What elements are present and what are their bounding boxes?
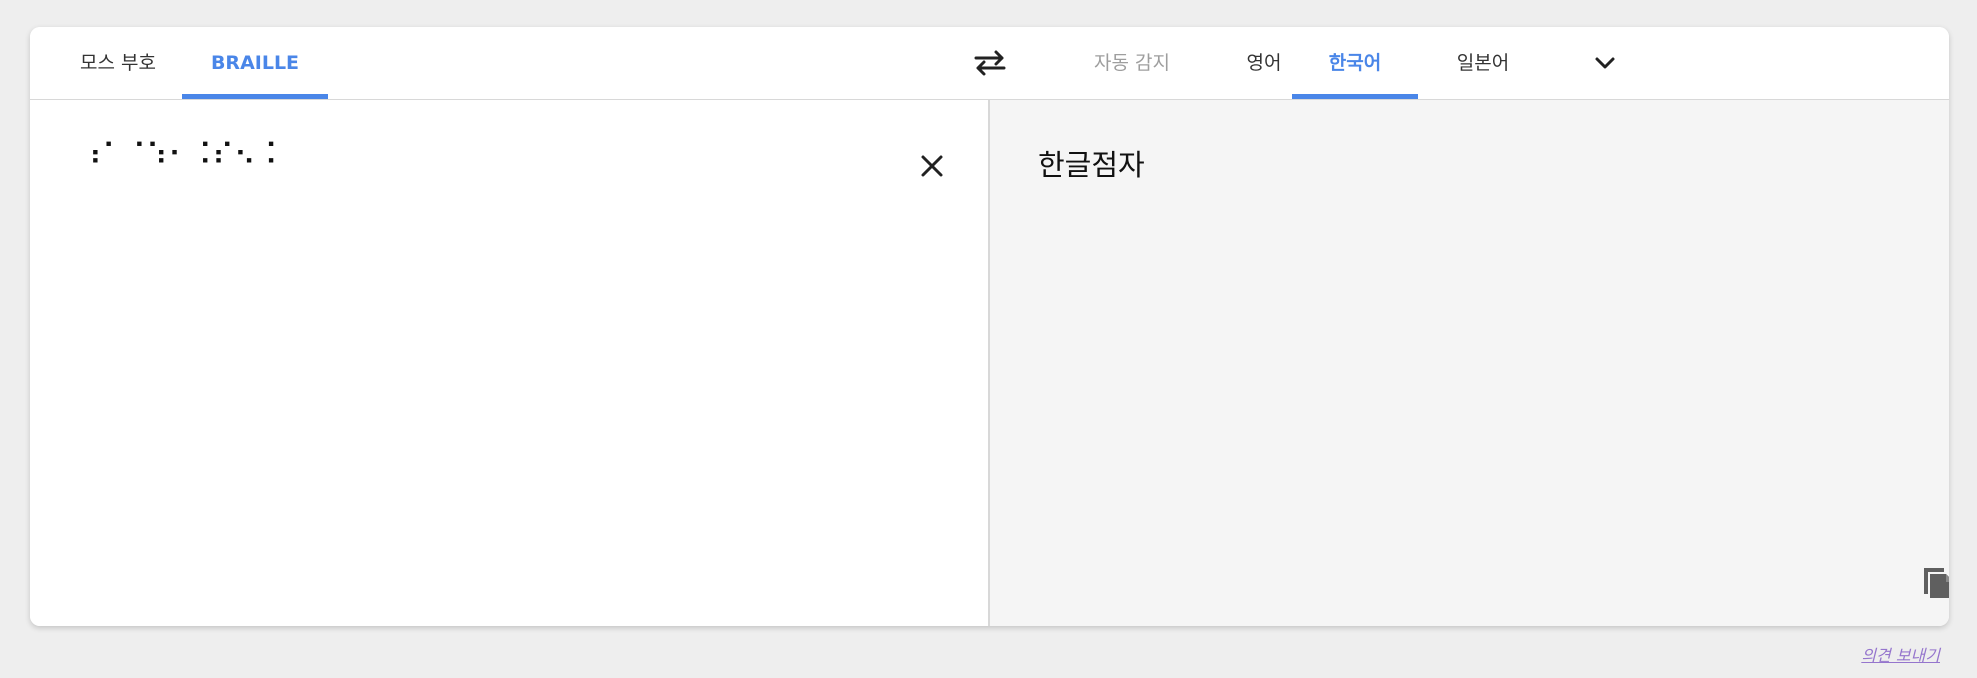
tab-morse-code[interactable]: 모스 부호 [58, 27, 178, 99]
translator-card: 모스 부호 BRAILLE 자동 감지 영어 한국어 일본어 ⠰⠁⠈⠱⠂⠨⠎⠢⠨… [30, 27, 1949, 626]
tab-braille[interactable]: BRAILLE [182, 27, 328, 99]
result-pane: 한글점자 [988, 100, 1949, 626]
swap-arrows-icon[interactable] [970, 49, 1010, 77]
result-text: 한글점자 [1038, 148, 1145, 182]
source-pane[interactable]: ⠰⠁⠈⠱⠂⠨⠎⠢⠨ [30, 100, 988, 626]
language-tabbar: 모스 부호 BRAILLE 자동 감지 영어 한국어 일본어 [30, 27, 1949, 100]
copy-icon[interactable] [1920, 560, 1949, 600]
tab-korean[interactable]: 한국어 [1292, 27, 1418, 99]
source-text[interactable]: ⠰⠁⠈⠱⠂⠨⠎⠢⠨ [80, 138, 278, 173]
tab-japanese[interactable]: 일본어 [1418, 27, 1548, 99]
close-icon[interactable] [918, 152, 946, 180]
feedback-link[interactable]: 의견 보내기 [1861, 642, 1940, 666]
chevron-down-icon[interactable] [1590, 49, 1620, 77]
tab-auto-detect[interactable]: 자동 감지 [1050, 27, 1214, 99]
